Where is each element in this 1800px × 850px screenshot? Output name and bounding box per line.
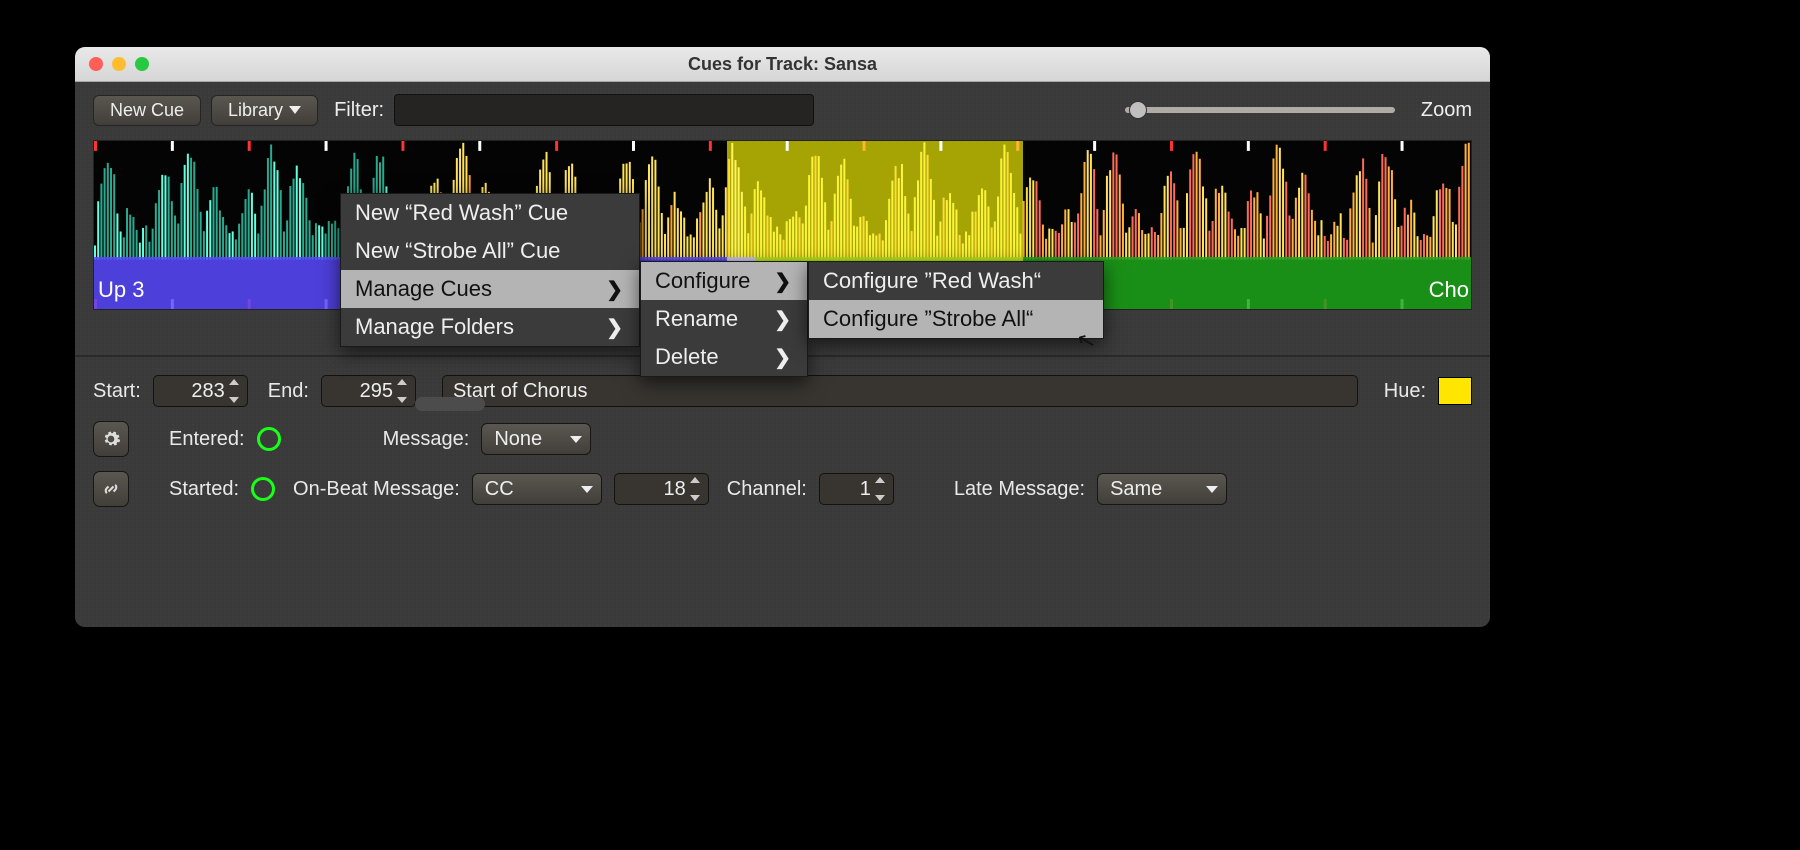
cue-region-right-label: Cho bbox=[1429, 277, 1469, 303]
channel-stepper[interactable]: 1 bbox=[819, 473, 894, 505]
titlebar: Cues for Track: Sansa bbox=[75, 47, 1490, 82]
cue-settings-button[interactable] bbox=[93, 421, 129, 457]
menu-item-manage-folders[interactable]: Manage Folders❯ bbox=[341, 308, 639, 346]
channel-label: Channel: bbox=[727, 478, 807, 501]
menu-item-rename[interactable]: Rename❯ bbox=[641, 300, 807, 338]
library-menu[interactable]: New “Red Wash” Cue New “Strobe All” Cue … bbox=[340, 193, 640, 347]
new-cue-button[interactable]: New Cue bbox=[93, 95, 201, 126]
manage-cues-submenu[interactable]: Configure❯ Rename❯ Delete❯ bbox=[640, 261, 808, 377]
end-stepper[interactable]: 295 bbox=[321, 375, 416, 407]
cue-comment-input[interactable]: Start of Chorus bbox=[442, 375, 1358, 407]
library-dropdown-button[interactable]: Library bbox=[211, 95, 318, 126]
start-stepper[interactable]: 283 bbox=[153, 375, 248, 407]
timeline-scrollbar-thumb[interactable] bbox=[415, 397, 485, 411]
menu-item-configure[interactable]: Configure❯ bbox=[641, 262, 807, 300]
menu-item-new-strobe-all[interactable]: New “Strobe All” Cue bbox=[341, 232, 639, 270]
menu-item-manage-cues[interactable]: Manage Cues❯ bbox=[341, 270, 639, 308]
onbeat-value-stepper[interactable]: 18 bbox=[614, 473, 709, 505]
configure-submenu[interactable]: Configure ”Red Wash“ Configure ”Strobe A… bbox=[808, 261, 1104, 339]
onbeat-message-label: On-Beat Message: bbox=[293, 478, 460, 501]
hue-swatch[interactable] bbox=[1438, 377, 1472, 405]
started-label: Started: bbox=[169, 478, 239, 501]
link-icon bbox=[101, 479, 121, 499]
filter-label: Filter: bbox=[334, 99, 384, 122]
late-message-select[interactable]: Same bbox=[1097, 473, 1227, 505]
end-label: End: bbox=[268, 380, 309, 403]
entered-label: Entered: bbox=[169, 428, 245, 451]
window-title: Cues for Track: Sansa bbox=[75, 54, 1490, 75]
zoom-slider-thumb[interactable] bbox=[1129, 101, 1147, 119]
menu-item-configure-strobe-all[interactable]: Configure ”Strobe All“ bbox=[809, 300, 1103, 338]
hue-label: Hue: bbox=[1384, 380, 1426, 403]
late-message-label: Late Message: bbox=[954, 478, 1085, 501]
menu-item-configure-red-wash[interactable]: Configure ”Red Wash“ bbox=[809, 262, 1103, 300]
cue-region-left-label: Up 3 bbox=[98, 277, 144, 303]
chevron-right-icon: ❯ bbox=[606, 277, 623, 302]
gear-icon bbox=[101, 429, 121, 449]
menu-item-new-red-wash[interactable]: New “Red Wash” Cue bbox=[341, 194, 639, 232]
started-indicator bbox=[251, 477, 275, 501]
chevron-down-icon bbox=[289, 106, 301, 114]
chevron-right-icon: ❯ bbox=[774, 307, 791, 332]
cue-link-button[interactable] bbox=[93, 471, 129, 507]
menu-item-delete[interactable]: Delete❯ bbox=[641, 338, 807, 376]
message-label: Message: bbox=[383, 428, 470, 451]
entered-message-select[interactable]: None bbox=[481, 423, 591, 455]
toolbar: New Cue Library Filter: Zoom bbox=[93, 94, 1472, 126]
zoom-slider[interactable] bbox=[1125, 107, 1395, 113]
onbeat-message-select[interactable]: CC bbox=[472, 473, 602, 505]
filter-input[interactable] bbox=[394, 94, 814, 126]
zoom-label: Zoom bbox=[1421, 99, 1472, 122]
entered-indicator bbox=[257, 427, 281, 451]
chevron-right-icon: ❯ bbox=[774, 345, 791, 370]
chevron-right-icon: ❯ bbox=[774, 269, 791, 294]
cue-inspector: Start: 283 End: 295 Start of Chorus Hue:… bbox=[93, 357, 1472, 507]
chevron-right-icon: ❯ bbox=[606, 315, 623, 340]
start-label: Start: bbox=[93, 380, 141, 403]
cues-window: Cues for Track: Sansa New Cue Library Fi… bbox=[75, 47, 1490, 627]
